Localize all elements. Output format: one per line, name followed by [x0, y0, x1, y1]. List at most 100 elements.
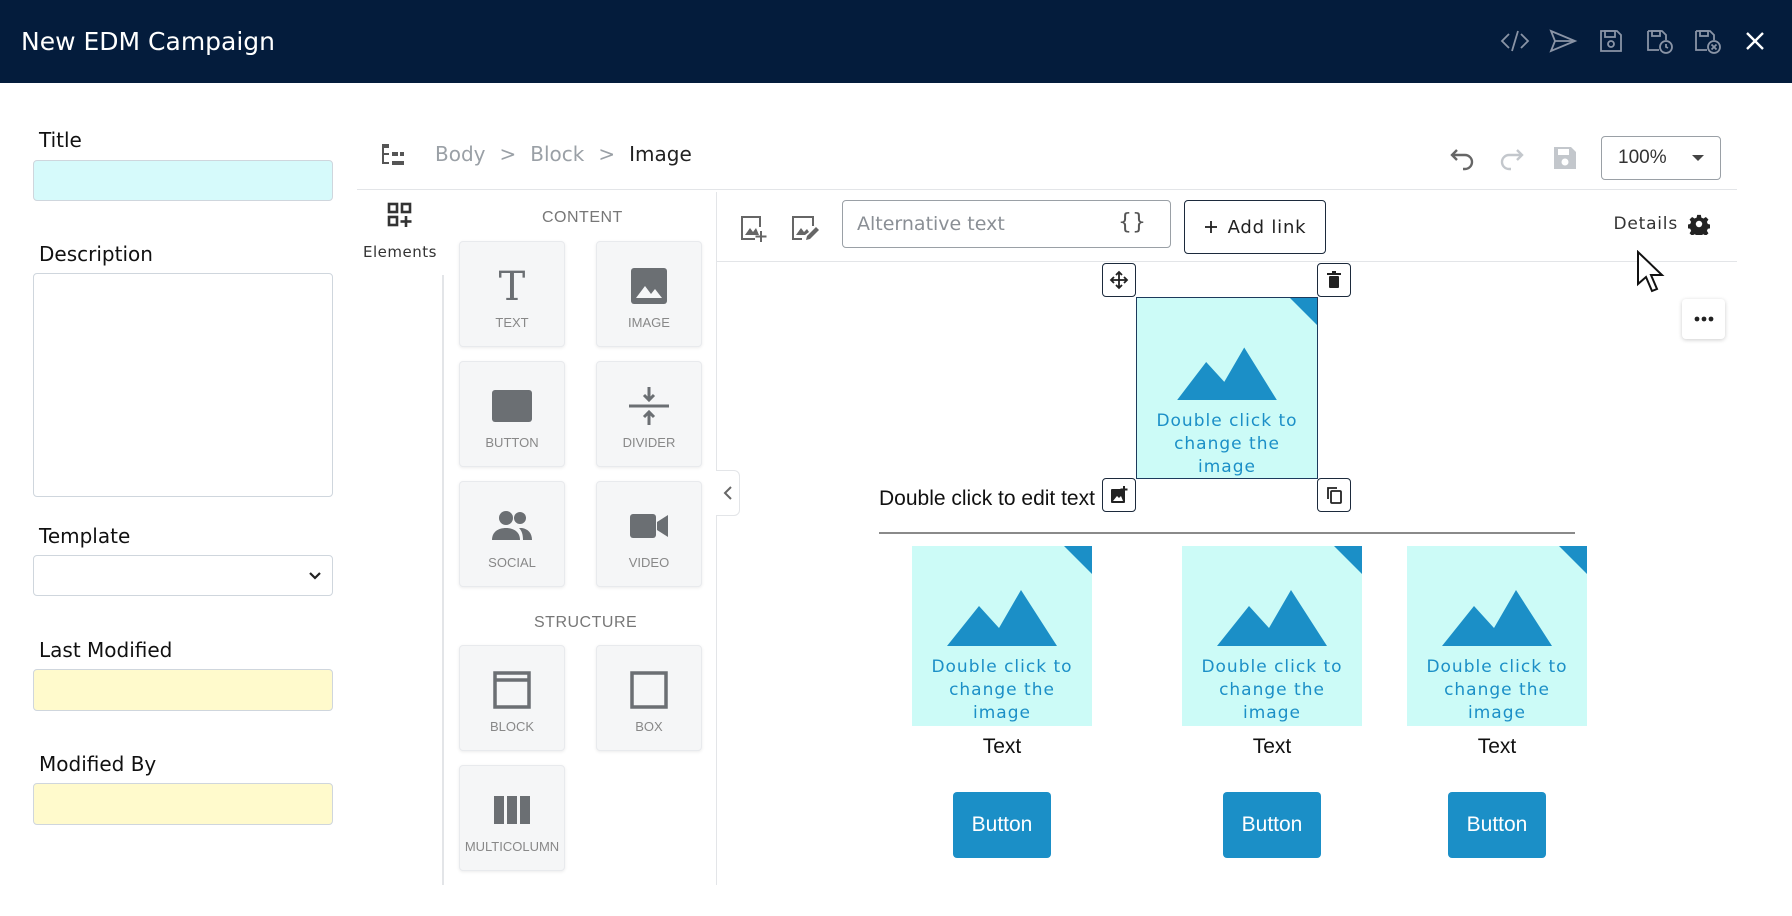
element-text[interactable]: T TEXT [459, 241, 565, 347]
element-button-label: BUTTON [485, 435, 539, 450]
template-label: Template [39, 524, 131, 548]
tab-divider [442, 275, 444, 885]
redo-icon[interactable] [1497, 142, 1529, 174]
window-title: New EDM Campaign [21, 27, 276, 56]
plus-icon [1204, 221, 1217, 233]
caret-down-icon [1692, 155, 1704, 161]
breadcrumb-block[interactable]: Block [530, 142, 584, 166]
editor-header: Body > Block > Image 100% [357, 130, 1737, 190]
title-bar: New EDM Campaign [0, 0, 1792, 83]
element-image[interactable]: IMAGE [596, 241, 702, 347]
corner-fold [1559, 546, 1587, 574]
save-schedule-icon[interactable] [1642, 22, 1676, 60]
corner-fold [1334, 546, 1362, 574]
image-placeholder-text: Double click to change the image [1201, 657, 1343, 723]
column-3-button[interactable]: Button [1448, 792, 1546, 858]
collapse-panel-button[interactable] [716, 470, 740, 516]
last-modified-label: Last Modified [39, 638, 173, 662]
corner-fold [1064, 546, 1092, 574]
image-placeholder-text: Double click to change the image [931, 657, 1073, 723]
element-block[interactable]: BLOCK [459, 645, 565, 751]
breadcrumb-body[interactable]: Body [435, 142, 486, 166]
element-social-label: SOCIAL [488, 555, 536, 570]
gear-icon [1688, 214, 1710, 235]
move-handle[interactable] [1102, 263, 1136, 297]
zoom-select[interactable]: 100% [1601, 136, 1721, 180]
layer-tree-icon[interactable] [379, 140, 409, 170]
mountain-icon [947, 590, 1057, 646]
column-2-button[interactable]: Button [1223, 792, 1321, 858]
description-textarea[interactable] [33, 273, 333, 497]
add-elements-icon [387, 202, 412, 227]
divider-icon [629, 387, 669, 425]
column-3-text[interactable]: Text [1437, 735, 1557, 759]
more-options-button[interactable] [1682, 299, 1725, 339]
image-toolbar: Alternative text {} Add link Details [717, 192, 1737, 262]
element-block-label: BLOCK [489, 719, 535, 734]
alt-text-input[interactable]: Alternative text {} [842, 200, 1171, 248]
button-icon [492, 390, 532, 422]
variables-icon[interactable]: {} [1118, 210, 1146, 235]
social-icon [492, 511, 532, 540]
delete-handle[interactable] [1317, 263, 1351, 297]
text-icon: T [499, 264, 526, 308]
content-divider [879, 532, 1575, 534]
add-image-handle[interactable] [1102, 478, 1136, 512]
send-icon[interactable] [1546, 22, 1580, 60]
structure-section-title: STRUCTURE [534, 614, 638, 631]
element-button[interactable]: BUTTON [459, 361, 565, 467]
titlebar-actions [1498, 22, 1772, 60]
modified-by-label: Modified By [39, 752, 157, 776]
add-image-icon[interactable] [738, 212, 770, 244]
element-box-label: BOX [635, 719, 663, 734]
element-social[interactable]: SOCIAL [459, 481, 565, 587]
more-horizontal-icon [1694, 316, 1713, 322]
undo-icon[interactable] [1445, 142, 1477, 174]
description-label: Description [39, 242, 153, 266]
mouse-cursor-icon [1637, 250, 1665, 293]
element-box[interactable]: BOX [596, 645, 702, 751]
video-icon [630, 514, 668, 538]
column-2-image[interactable]: Double click to change the image [1182, 546, 1362, 726]
move-icon [1109, 270, 1129, 290]
close-icon[interactable] [1738, 22, 1772, 60]
element-image-label: IMAGE [628, 315, 670, 330]
panel-divider [716, 192, 717, 885]
title-input[interactable] [33, 160, 333, 201]
mountain-icon [1217, 590, 1327, 646]
breadcrumb-separator: > [499, 142, 517, 166]
column-2-text[interactable]: Text [1212, 735, 1332, 759]
image-placeholder-text: Double click to change the image [1426, 657, 1568, 723]
image-icon [631, 268, 667, 304]
duplicate-handle[interactable] [1317, 478, 1351, 512]
add-link-label: Add link [1227, 216, 1307, 238]
element-multicolumn[interactable]: MULTICOLUMN [459, 765, 565, 871]
details-button[interactable]: Details [1613, 213, 1710, 235]
add-link-button[interactable]: Add link [1184, 200, 1326, 254]
column-1-button[interactable]: Button [953, 792, 1051, 858]
breadcrumb-separator: > [598, 142, 616, 166]
block-icon [493, 671, 531, 709]
content-section-title: CONTENT [542, 209, 623, 226]
chevron-left-icon [723, 486, 732, 500]
column-3-image[interactable]: Double click to change the image [1407, 546, 1587, 726]
edit-image-icon[interactable] [789, 212, 821, 244]
save-close-icon[interactable] [1690, 22, 1724, 60]
element-multicolumn-label: MULTICOLUMN [464, 839, 560, 854]
save-icon[interactable] [1549, 142, 1581, 174]
element-divider[interactable]: DIVIDER [596, 361, 702, 467]
element-video[interactable]: VIDEO [596, 481, 702, 587]
zoom-value: 100% [1618, 147, 1667, 168]
editor-actions: 100% [1445, 136, 1721, 180]
element-text-label: TEXT [495, 315, 529, 330]
box-icon [630, 671, 668, 709]
multicolumn-icon [494, 796, 530, 824]
save-icon[interactable] [1594, 22, 1628, 60]
code-icon[interactable] [1498, 22, 1532, 60]
column-1-text[interactable]: Text [942, 735, 1062, 759]
editable-text-block[interactable]: Double click to edit text [879, 487, 1095, 511]
tab-elements[interactable]: Elements [357, 200, 443, 275]
template-select[interactable] [33, 555, 333, 596]
column-1-image[interactable]: Double click to change the image [912, 546, 1092, 726]
breadcrumb: Body > Block > Image [435, 142, 692, 166]
